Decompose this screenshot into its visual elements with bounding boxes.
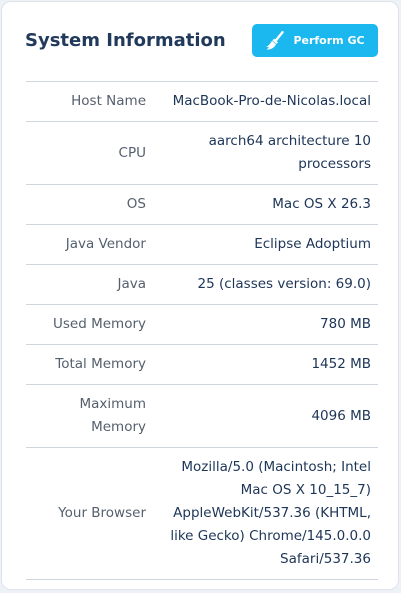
row-value-host-name: MacBook-Pro-de-Nicolas.local bbox=[146, 81, 378, 122]
table-row: Host Name MacBook-Pro-de-Nicolas.local bbox=[26, 81, 378, 122]
row-label-maximum-memory: Maximum Memory bbox=[26, 384, 146, 448]
row-label-cpu: CPU bbox=[26, 121, 146, 185]
row-label-os: OS bbox=[26, 184, 146, 225]
row-label-host-name: Host Name bbox=[26, 81, 146, 122]
table-row: Maximum Memory 4096 MB bbox=[26, 384, 378, 448]
row-value-cpu: aarch64 architecture 10 processors bbox=[146, 121, 378, 185]
row-label-used-memory: Used Memory bbox=[26, 304, 146, 345]
broom-icon bbox=[266, 30, 285, 50]
row-value-os: Mac OS X 26.3 bbox=[146, 184, 378, 225]
row-value-your-browser: Mozilla/5.0 (Macintosh; Intel Mac OS X 1… bbox=[146, 447, 378, 580]
row-label-java: Java bbox=[26, 264, 146, 305]
perform-gc-button[interactable]: Perform GC bbox=[252, 24, 378, 57]
perform-gc-label: Perform GC bbox=[293, 34, 365, 47]
table-row: Java 25 (classes version: 69.0) bbox=[26, 264, 378, 305]
table-row: CPU aarch64 architecture 10 processors bbox=[26, 121, 378, 185]
row-value-total-memory: 1452 MB bbox=[146, 344, 378, 385]
row-value-maximum-memory: 4096 MB bbox=[146, 384, 378, 448]
table-row: OS Mac OS X 26.3 bbox=[26, 184, 378, 225]
row-label-total-memory: Total Memory bbox=[26, 344, 146, 385]
row-value-java-vendor: Eclipse Adoptium bbox=[146, 224, 378, 265]
system-info-panel: System Information Perform GC Host Name … bbox=[1, 1, 399, 590]
row-value-used-memory: 780 MB bbox=[146, 304, 378, 345]
panel-title: System Information bbox=[25, 30, 226, 51]
table-row: Java Vendor Eclipse Adoptium bbox=[26, 224, 378, 265]
row-value-java: 25 (classes version: 69.0) bbox=[146, 264, 378, 305]
table-row: Total Memory 1452 MB bbox=[26, 344, 378, 385]
system-info-table: Host Name MacBook-Pro-de-Nicolas.local C… bbox=[26, 81, 378, 580]
panel-header: System Information Perform GC bbox=[2, 2, 398, 82]
row-label-java-vendor: Java Vendor bbox=[26, 224, 146, 265]
table-row: Used Memory 780 MB bbox=[26, 304, 378, 345]
table-row: Your Browser Mozilla/5.0 (Macintosh; Int… bbox=[26, 447, 378, 580]
row-label-your-browser: Your Browser bbox=[26, 447, 146, 580]
